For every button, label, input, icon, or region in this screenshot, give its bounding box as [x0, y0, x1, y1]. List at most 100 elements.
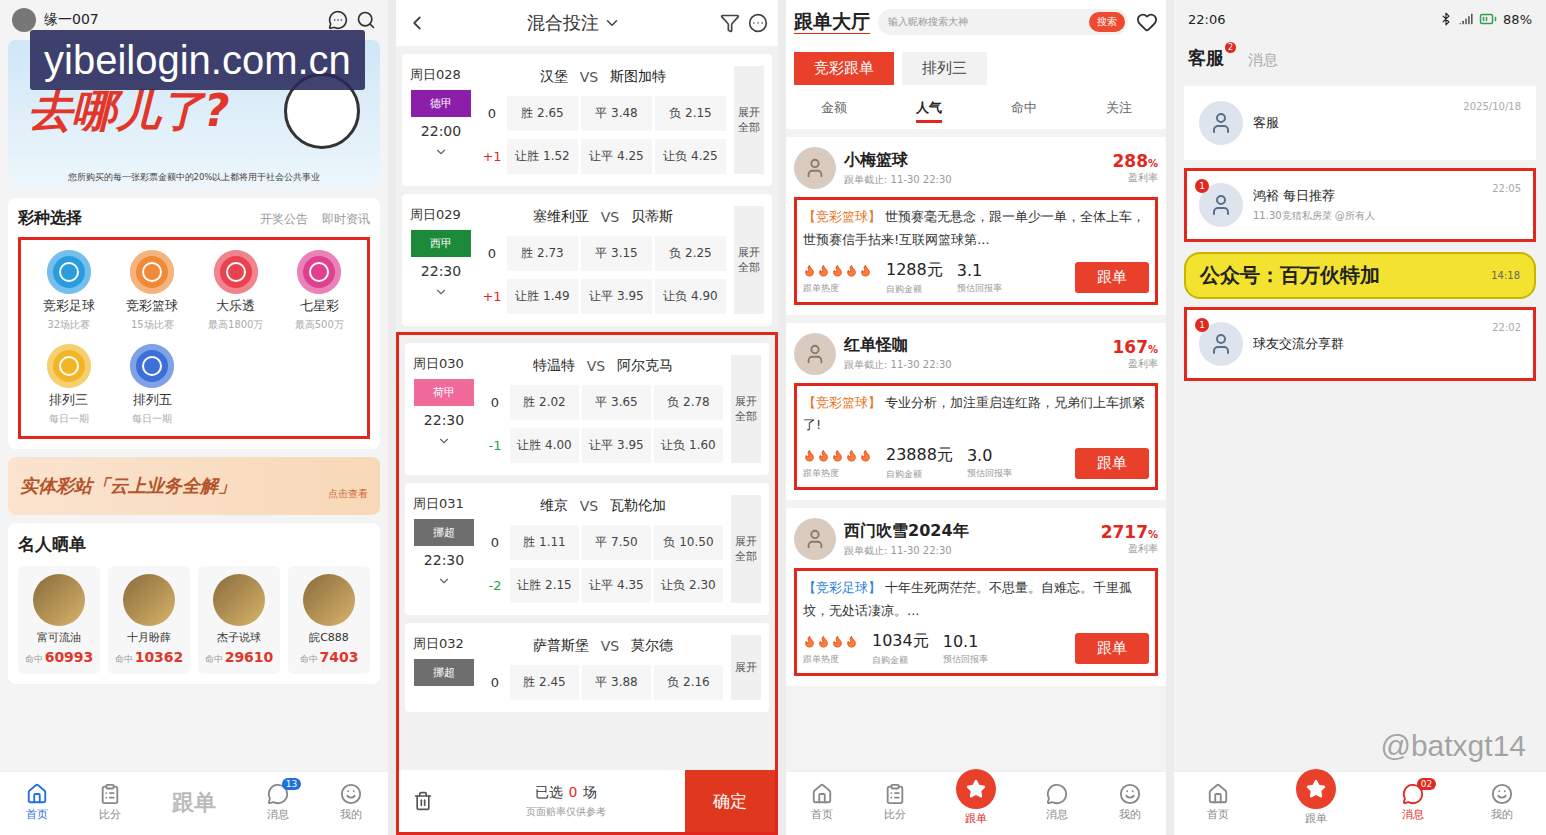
search-field[interactable]: 输入昵称搜索大神搜索 — [878, 9, 1128, 35]
odds-cell[interactable]: 平 3.88 — [582, 665, 651, 700]
promo-link[interactable]: 点击查看 — [328, 487, 368, 501]
nav-label[interactable]: 跟单 — [1305, 811, 1327, 826]
lottery-item[interactable]: 排列三每日一期 — [27, 344, 111, 426]
odds-cell[interactable]: 让胜 4.00 — [510, 428, 579, 463]
follow-bubble-icon[interactable] — [956, 769, 996, 809]
sort-item[interactable]: 命中 — [1011, 99, 1037, 123]
expert-avatar[interactable] — [794, 518, 836, 560]
chat-row[interactable]: 1鸿裕 每日推荐11.30竞猜私房菜 @所有人22:05 — [1184, 168, 1536, 242]
sort-item[interactable]: 金额 — [821, 99, 847, 123]
nav-item[interactable]: 我的 — [1119, 783, 1141, 822]
nav-label[interactable]: 消息 — [1402, 807, 1424, 822]
nav-item[interactable]: 消息13 — [267, 783, 289, 822]
nav-item[interactable]: 我的 — [340, 783, 362, 822]
lottery-item[interactable]: 七星彩最高500万 — [278, 250, 362, 332]
follow-button[interactable]: 跟单 — [1075, 633, 1149, 664]
filter-icon[interactable] — [720, 13, 740, 33]
odds-cell[interactable]: 负 10.50 — [654, 525, 723, 560]
section-link[interactable]: 即时资讯 — [322, 211, 370, 228]
nav-label[interactable]: 我的 — [340, 807, 362, 822]
nav-item[interactable]: 首页 — [26, 783, 48, 822]
nav-label[interactable]: 我的 — [1491, 807, 1513, 822]
back-icon[interactable] — [406, 12, 428, 34]
lottery-item[interactable]: 大乐透最高1800万 — [194, 250, 278, 332]
star-item[interactable]: 皖C888命中7403 — [288, 566, 370, 674]
nav-label[interactable]: 消息 — [1046, 807, 1068, 822]
nav-label[interactable]: 比分 — [884, 807, 906, 822]
nav-item[interactable]: 比分 — [99, 783, 121, 822]
nav-label[interactable]: 比分 — [99, 807, 121, 822]
odds-cell[interactable]: 让负 4.90 — [655, 279, 726, 314]
odds-cell[interactable]: 负 2.78 — [654, 385, 723, 420]
nav-label[interactable]: 首页 — [26, 807, 48, 822]
sort-item[interactable]: 人气 — [916, 99, 942, 123]
lottery-item[interactable]: 竞彩足球32场比赛 — [27, 250, 111, 332]
chevron-down-icon[interactable] — [434, 145, 448, 159]
odds-cell[interactable]: 让胜 2.15 — [510, 568, 579, 603]
heart-icon[interactable] — [1136, 11, 1158, 33]
odds-cell[interactable]: 胜 2.45 — [510, 665, 579, 700]
expand-button[interactable]: 展开全部 — [734, 66, 764, 174]
odds-cell[interactable]: 负 2.15 — [655, 96, 726, 131]
odds-cell[interactable]: 让平 4.35 — [582, 568, 651, 603]
odds-cell[interactable]: 让胜 1.49 — [507, 279, 578, 314]
odds-cell[interactable]: 让平 3.95 — [581, 279, 652, 314]
odds-cell[interactable]: 平 3.65 — [582, 385, 651, 420]
nav-label[interactable]: 首页 — [811, 807, 833, 822]
expand-button[interactable]: 展开全部 — [731, 355, 761, 463]
nav-label[interactable]: 我的 — [1119, 807, 1141, 822]
nav-item[interactable]: 消息02 — [1402, 783, 1424, 822]
tab[interactable]: 客服2 — [1188, 46, 1224, 70]
chevron-down-icon[interactable] — [437, 434, 451, 448]
odds-cell[interactable]: 让胜 1.52 — [507, 139, 578, 174]
follow-button[interactable]: 跟单 — [1075, 448, 1149, 479]
odds-cell[interactable]: 让负 1.60 — [654, 428, 723, 463]
expert-avatar[interactable] — [794, 147, 836, 189]
sort-item[interactable]: 关注 — [1106, 99, 1132, 123]
lottery-item[interactable]: 竞彩篮球15场比赛 — [111, 250, 195, 332]
odds-cell[interactable]: 让平 4.25 — [581, 139, 652, 174]
odds-cell[interactable]: 胜 1.11 — [510, 525, 579, 560]
more-icon[interactable] — [748, 13, 768, 33]
odds-cell[interactable]: 平 3.15 — [581, 236, 652, 271]
odds-cell[interactable]: 让平 3.95 — [582, 428, 651, 463]
odds-cell[interactable]: 负 2.25 — [655, 236, 726, 271]
user-avatar[interactable] — [12, 8, 36, 32]
expert-avatar[interactable] — [794, 333, 836, 375]
section-link[interactable]: 开奖公告 — [260, 211, 308, 228]
nav-label[interactable]: 跟单 — [965, 811, 987, 826]
message-icon[interactable] — [328, 10, 348, 30]
nav-item[interactable]: 比分 — [884, 783, 906, 822]
star-item[interactable]: 十月盼薛命中10362 — [108, 566, 190, 674]
promo-banner[interactable]: 实体彩站「云上业务全解」点击查看 — [8, 457, 380, 515]
chevron-down-icon[interactable] — [434, 285, 448, 299]
chevron-down-icon[interactable] — [437, 574, 451, 588]
nav-item[interactable]: 我的 — [1491, 783, 1513, 822]
odds-cell[interactable]: 让负 4.25 — [655, 139, 726, 174]
odds-cell[interactable]: 胜 2.02 — [510, 385, 579, 420]
follow-button[interactable]: 跟单 — [1075, 262, 1149, 293]
nav-item[interactable]: 跟单 — [1296, 779, 1336, 826]
odds-cell[interactable]: 平 3.48 — [581, 96, 652, 131]
odds-cell[interactable]: 负 2.16 — [654, 665, 723, 700]
nav-item[interactable]: 跟单 — [172, 788, 216, 818]
expand-button[interactable]: 展开全部 — [734, 206, 764, 314]
confirm-button[interactable]: 确定 — [685, 770, 775, 832]
nav-label[interactable]: 首页 — [1207, 807, 1229, 822]
follow-bubble-icon[interactable] — [1296, 769, 1336, 809]
expand-button[interactable]: 展开 — [731, 635, 761, 700]
nav-item[interactable]: 首页 — [1207, 783, 1229, 822]
star-item[interactable]: 富可流油命中60993 — [18, 566, 100, 674]
odds-cell[interactable]: 平 7.50 — [582, 525, 651, 560]
lottery-item[interactable]: 排列五每日一期 — [111, 344, 195, 426]
search-button[interactable]: 搜索 — [1089, 12, 1125, 32]
nav-item[interactable]: 跟单 — [956, 779, 996, 826]
tab[interactable]: 排列三 — [902, 52, 987, 85]
nav-item[interactable]: 消息 — [1046, 783, 1068, 822]
nav-label[interactable]: 跟单 — [172, 788, 216, 818]
nav-item[interactable]: 首页 — [811, 783, 833, 822]
star-item[interactable]: 杰子说球命中29610 — [198, 566, 280, 674]
nav-label[interactable]: 消息 — [267, 807, 289, 822]
trash-icon[interactable] — [413, 791, 433, 811]
odds-cell[interactable]: 让负 2.30 — [654, 568, 723, 603]
